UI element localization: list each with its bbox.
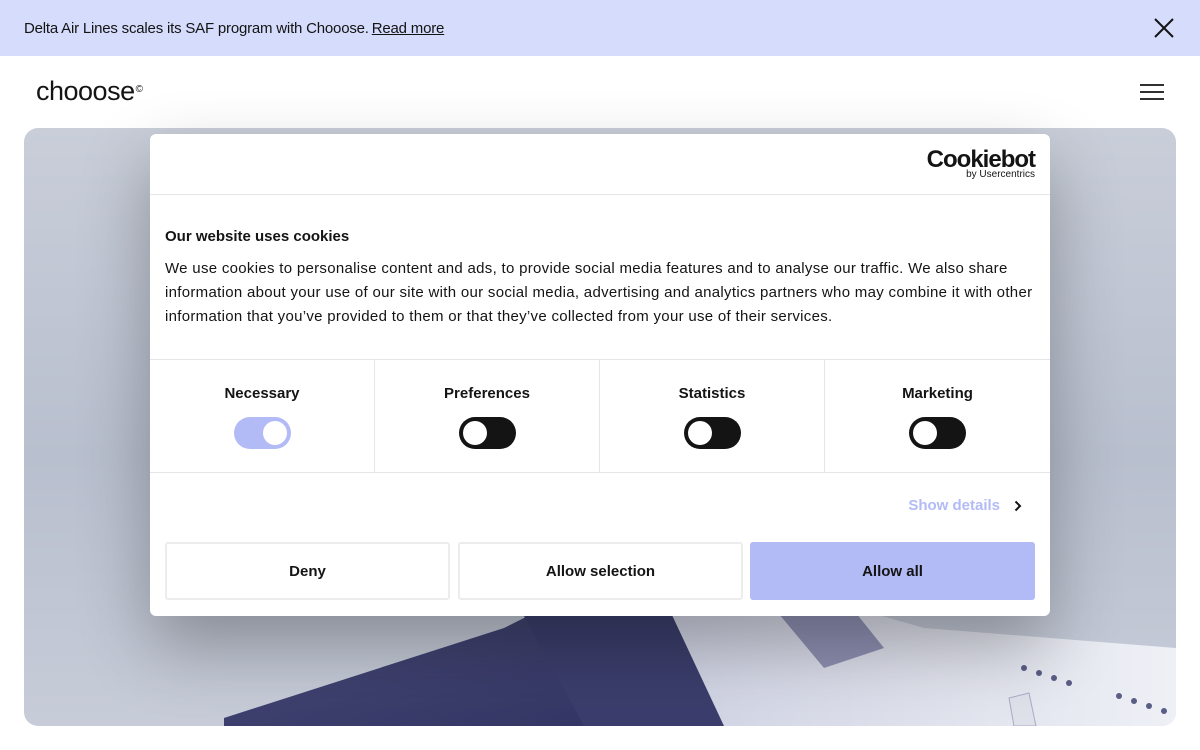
show-details-link[interactable]: Show details (908, 497, 1022, 514)
close-icon[interactable] (1152, 16, 1176, 40)
category-label: Statistics (678, 385, 746, 402)
consent-categories: Necessary Preferences Statistics Marketi… (150, 359, 1050, 473)
chooose-logo[interactable]: chooose© (36, 76, 143, 107)
announcement-banner: Delta Air Lines scales its SAF program w… (0, 0, 1200, 56)
toggle-knob (688, 421, 712, 445)
necessary-toggle[interactable] (234, 417, 291, 449)
category-label: Necessary (224, 385, 300, 402)
logo-mark: © (135, 84, 143, 95)
toggle-knob (463, 421, 487, 445)
dialog-header: Cookiebot by Usercentrics (150, 134, 1050, 195)
category-marketing: Marketing (825, 360, 1050, 472)
read-more-link[interactable]: Read more (372, 20, 445, 37)
chevron-right-icon (1014, 500, 1022, 511)
dialog-body: We use cookies to personalise content an… (165, 260, 1033, 325)
logo-text: chooose (36, 76, 135, 106)
cookiebot-logo[interactable]: Cookiebot by Usercentrics (927, 148, 1036, 181)
hamburger-menu-icon[interactable] (1138, 80, 1166, 104)
category-label: Preferences (444, 385, 530, 402)
toggle-knob (913, 421, 937, 445)
category-statistics: Statistics (600, 360, 825, 472)
banner-text: Delta Air Lines scales its SAF program w… (24, 19, 369, 37)
category-preferences: Preferences (375, 360, 600, 472)
dialog-title: Our website uses cookies (165, 228, 350, 245)
cookie-consent-dialog: Cookiebot by Usercentrics Our website us… (150, 134, 1050, 616)
category-label: Marketing (902, 385, 973, 402)
category-necessary: Necessary (150, 360, 375, 472)
allow-all-button[interactable]: Allow all (750, 542, 1035, 600)
preferences-toggle[interactable] (459, 417, 516, 449)
statistics-toggle[interactable] (684, 417, 741, 449)
toggle-knob (263, 421, 287, 445)
allow-selection-button[interactable]: Allow selection (458, 542, 743, 600)
deny-button[interactable]: Deny (165, 542, 450, 600)
marketing-toggle[interactable] (909, 417, 966, 449)
show-details-label: Show details (908, 497, 1000, 514)
